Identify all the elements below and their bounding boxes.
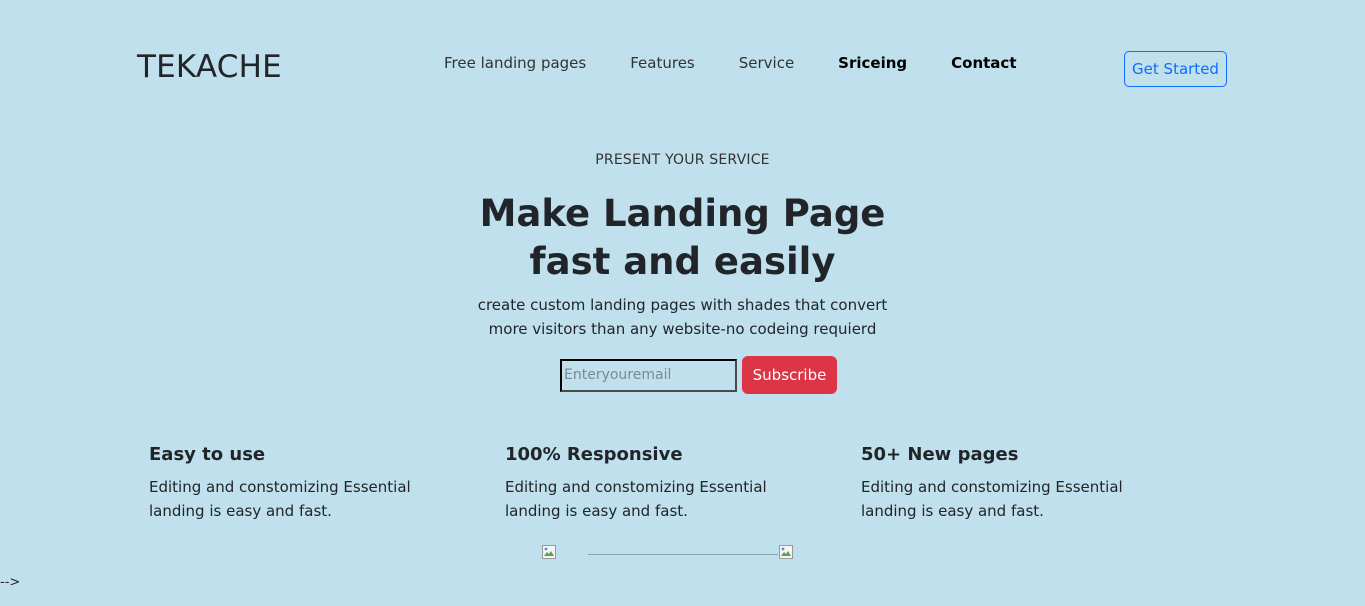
brand-logo[interactable]: TEKACHE: [137, 49, 282, 85]
get-started-button[interactable]: Get Started: [1124, 51, 1227, 87]
feature-description-line-1: Editing and constomizing Essential: [505, 478, 767, 496]
stray-comment-text: -->: [0, 575, 21, 590]
feature-description: Editing and constomizing Essential landi…: [861, 475, 1141, 523]
hero-headline: Make Landing Page fast and easily: [0, 190, 1365, 286]
feature-description-line-2: landing is easy and fast.: [149, 502, 332, 520]
nav-link-service[interactable]: Service: [739, 53, 794, 73]
broken-image-icon: [778, 544, 794, 560]
hero-description-line-1: create custom landing pages with shades …: [477, 296, 888, 314]
subscribe-form: Subscribe: [560, 356, 837, 394]
feature-description-line-1: Editing and constomizing Essential: [861, 478, 1123, 496]
hero-headline-line-2: fast and easily: [529, 240, 836, 283]
feature-new-pages: 50+ New pages Editing and constomizing E…: [861, 443, 1141, 523]
hero-headline-line-1: Make Landing Page: [479, 192, 886, 235]
nav-link-features[interactable]: Features: [630, 53, 695, 73]
feature-description-line-1: Editing and constomizing Essential: [149, 478, 411, 496]
hero-eyebrow: PRESENT YOUR SERVICE: [595, 152, 770, 168]
main-nav: Free landing pages Features Service Sric…: [444, 53, 1061, 73]
landing-page: TEKACHE Free landing pages Features Serv…: [0, 0, 1365, 606]
feature-easy-to-use: Easy to use Editing and constomizing Ess…: [149, 443, 429, 523]
email-input[interactable]: [560, 358, 737, 392]
feature-description-line-2: landing is easy and fast.: [861, 502, 1044, 520]
nav-link-contact[interactable]: Contact: [951, 53, 1016, 73]
footer-divider: [588, 554, 778, 555]
feature-title: 100% Responsive: [505, 444, 683, 465]
feature-title: 50+ New pages: [861, 444, 1019, 465]
nav-link-sriceing[interactable]: Sriceing: [838, 53, 907, 73]
feature-responsive: 100% Responsive Editing and constomizing…: [505, 443, 785, 523]
broken-image-icon: [541, 544, 557, 560]
hero-description-line-2: more visitors than any website-no codein…: [488, 320, 877, 338]
hero-description: create custom landing pages with shades …: [0, 293, 1365, 341]
subscribe-button[interactable]: Subscribe: [742, 356, 837, 394]
feature-description: Editing and constomizing Essential landi…: [505, 475, 785, 523]
feature-description: Editing and constomizing Essential landi…: [149, 475, 429, 523]
feature-title: Easy to use: [149, 444, 266, 465]
nav-link-free-landing-pages[interactable]: Free landing pages: [444, 53, 586, 73]
feature-description-line-2: landing is easy and fast.: [505, 502, 688, 520]
